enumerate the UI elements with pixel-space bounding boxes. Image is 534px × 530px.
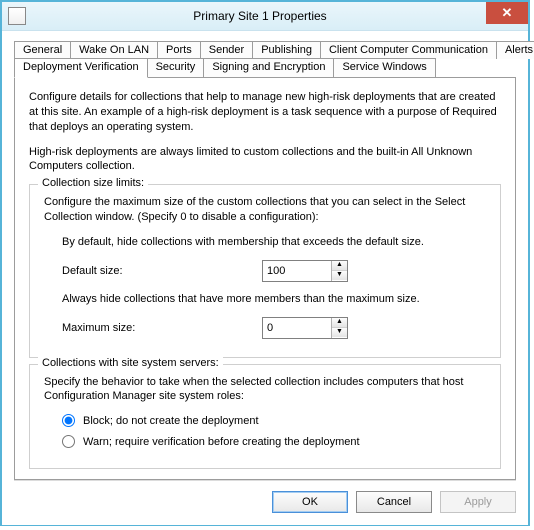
tab-sender[interactable]: Sender [200,41,253,59]
radio-warn-label: Warn; require verification before creati… [83,436,360,448]
maximum-size-spinner[interactable]: ▲ ▼ [262,317,348,339]
group-legend: Collections with site system servers: [38,357,223,369]
radio-block[interactable] [62,414,75,427]
radio-block-label: Block; do not create the deployment [83,415,259,427]
spinner-up-icon[interactable]: ▲ [332,318,347,328]
tab-service-windows[interactable]: Service Windows [333,58,435,77]
tab-strip: GeneralWake On LANPortsSenderPublishingC… [14,41,516,77]
titlebar: Primary Site 1 Properties ✕ [2,2,528,31]
group1-desc: Configure the maximum size of the custom… [44,195,486,225]
hide-max-text: Always hide collections that have more m… [62,292,486,307]
tab-signing-and-encryption[interactable]: Signing and Encryption [203,58,334,77]
group-legend: Collection size limits: [38,177,148,189]
apply-button: Apply [440,491,516,513]
ok-button[interactable]: OK [272,491,348,513]
tab-ports[interactable]: Ports [157,41,201,59]
description-text: Configure details for collections that h… [29,90,501,135]
tab-panel-deployment-verification: Configure details for collections that h… [14,77,516,480]
tab-publishing[interactable]: Publishing [252,41,321,59]
tab-wake-on-lan[interactable]: Wake On LAN [70,41,158,59]
maximum-size-input[interactable] [263,318,331,338]
spinner-down-icon[interactable]: ▼ [332,328,347,337]
default-size-input[interactable] [263,261,331,281]
dialog-button-row: OK Cancel Apply [14,480,516,525]
maximum-size-label: Maximum size: [62,322,262,334]
group-collection-size-limits: Collection size limits: Configure the ma… [29,184,501,357]
tab-deployment-verification[interactable]: Deployment Verification [14,58,148,78]
hide-default-text: By default, hide collections with member… [62,235,486,250]
default-size-spinner[interactable]: ▲ ▼ [262,260,348,282]
cancel-button[interactable]: Cancel [356,491,432,513]
window-title: Primary Site 1 Properties [32,9,528,23]
tab-alerts[interactable]: Alerts [496,41,534,59]
close-icon: ✕ [502,5,513,21]
default-size-label: Default size: [62,265,262,277]
tab-client-computer-communication[interactable]: Client Computer Communication [320,41,497,59]
client-area: GeneralWake On LANPortsSenderPublishingC… [2,31,528,525]
group2-desc: Specify the behavior to take when the se… [44,375,486,405]
radio-warn[interactable] [62,435,75,448]
description-text-2: High-risk deployments are always limited… [29,145,501,175]
group-site-system-servers: Collections with site system servers: Sp… [29,364,501,470]
tab-security[interactable]: Security [147,58,205,77]
spinner-up-icon[interactable]: ▲ [332,261,347,271]
dialog-window: Primary Site 1 Properties ✕ GeneralWake … [0,0,530,526]
spinner-down-icon[interactable]: ▼ [332,271,347,280]
tab-general[interactable]: General [14,41,71,59]
close-button[interactable]: ✕ [486,2,528,24]
app-icon [8,7,26,25]
